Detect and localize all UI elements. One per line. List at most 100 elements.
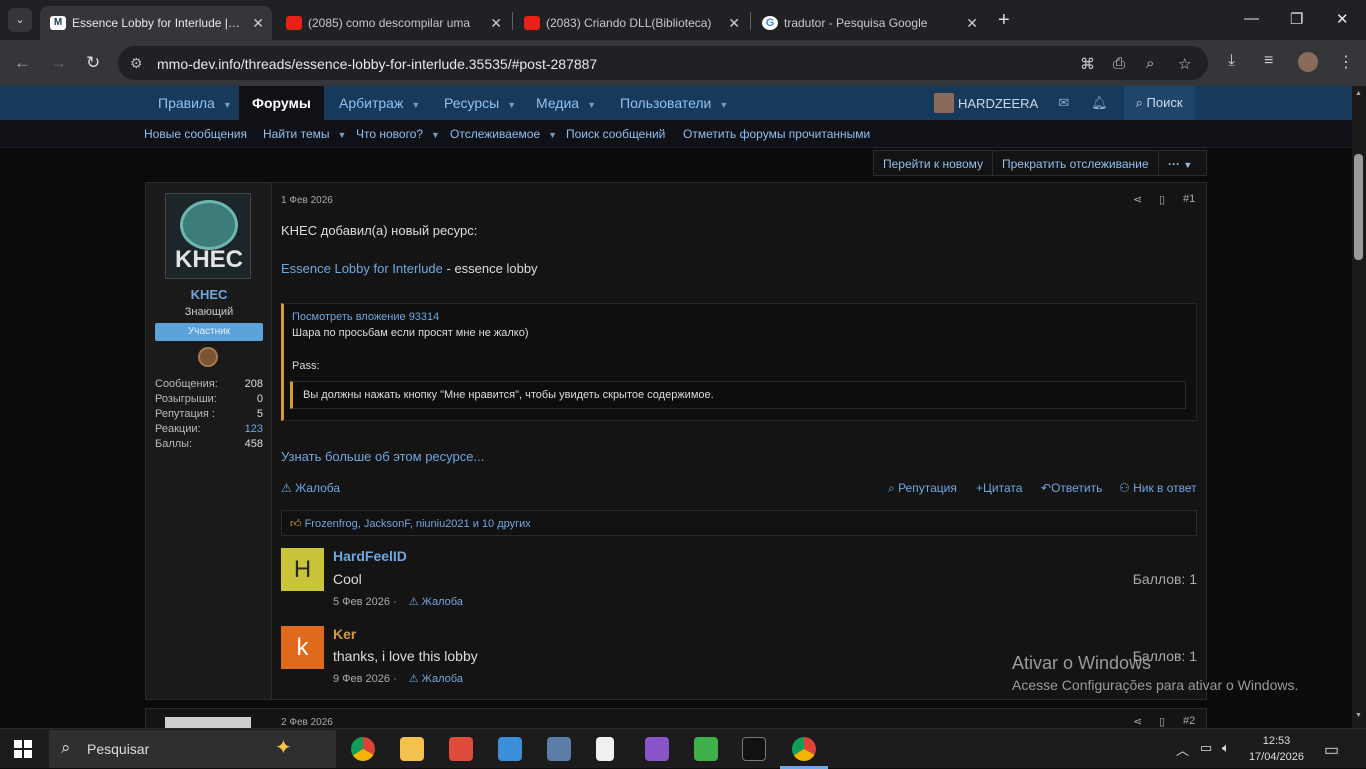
nav-media[interactable]: Медиа ▼	[536, 95, 596, 111]
chevron-up-icon[interactable]: ︿	[1176, 740, 1189, 759]
taskbar-search[interactable]: ⌕ Pesquisar ✦	[49, 730, 336, 768]
reply-button[interactable]: ↶Ответить	[1041, 481, 1102, 495]
close-tab-icon[interactable]: ✕	[252, 15, 264, 32]
subnav-new-posts[interactable]: Новые сообщения	[144, 127, 247, 141]
install-icon[interactable]: ⎙	[1113, 55, 1125, 72]
post-date[interactable]: 1 Фев 2026	[281, 195, 333, 206]
nav-resources[interactable]: Ресурсы ▼	[444, 95, 516, 111]
close-window-icon[interactable]: ✕	[1336, 10, 1349, 28]
nav-users[interactable]: Пользователи ▼	[620, 95, 728, 111]
tab-youtube-1[interactable]: (2085) como descompilar uma ✕	[276, 6, 510, 40]
close-tab-icon[interactable]: ✕	[728, 15, 740, 32]
nick-reply-button[interactable]: ⚇ Ник в ответ	[1119, 481, 1197, 495]
tab-search-icon[interactable]: ⌄	[8, 8, 32, 32]
close-tab-icon[interactable]: ✕	[490, 15, 502, 32]
comment-avatar[interactable]: k	[281, 626, 324, 669]
address-bar[interactable]: ⚙ mmo-dev.info/threads/essence-lobby-for…	[118, 46, 1208, 80]
author-avatar[interactable]: KHEC	[165, 193, 251, 279]
scroll-down-icon[interactable]: ▼	[1355, 712, 1362, 719]
bookmark-icon[interactable]: ▯	[1159, 715, 1165, 728]
post-date[interactable]: 2 Фев 2026	[281, 717, 333, 728]
nav-arbitration[interactable]: Арбитраж ▼	[339, 95, 420, 111]
attachment-link[interactable]: Посмотреть вложение 93314	[292, 311, 439, 323]
inbox-icon[interactable]: ✉	[1058, 95, 1069, 111]
notifications-icon[interactable]: ▭	[1324, 740, 1339, 760]
comment-avatar[interactable]: H	[281, 548, 324, 591]
download-icon[interactable]: ⤓	[1228, 52, 1235, 70]
new-tab-icon[interactable]: +	[998, 9, 1010, 32]
scrollbar-thumb[interactable]	[1354, 154, 1363, 260]
resource-link[interactable]: Essence Lobby for Interlude	[281, 261, 443, 276]
subnav-search-posts[interactable]: Поиск сообщений	[566, 127, 665, 141]
goto-new-button[interactable]: Перейти к новому	[873, 150, 994, 176]
medal-icon[interactable]	[198, 347, 218, 367]
report-button[interactable]: ⚠ Жалоба	[281, 481, 340, 495]
forward-icon[interactable]: →	[50, 53, 67, 73]
network-app-icon[interactable]	[547, 737, 571, 761]
comment-date[interactable]: 5 Фев 2026 ·	[333, 596, 397, 608]
share-icon[interactable]: ⋖	[1133, 715, 1142, 728]
chrome-icon[interactable]	[351, 737, 375, 761]
site-info-icon[interactable]: ⚙	[130, 55, 143, 72]
notepad-icon[interactable]	[596, 737, 614, 761]
author-name[interactable]: KHEC	[146, 287, 272, 302]
comment-report[interactable]: ⚠ Жалоба	[409, 596, 463, 608]
visual-studio-icon[interactable]	[645, 737, 669, 761]
restore-icon[interactable]: ❐	[1290, 10, 1303, 28]
bell-icon[interactable]: 🔔︎	[1091, 95, 1108, 111]
browser-menu-icon[interactable]: ⋮	[1338, 52, 1354, 72]
windows-start-icon[interactable]	[14, 740, 32, 758]
taskbar-clock[interactable]: 12:53 17/04/2026	[1249, 733, 1304, 765]
search-button[interactable]: ⌕ Поиск	[1123, 86, 1195, 120]
git-icon[interactable]	[449, 737, 473, 761]
store-icon[interactable]	[498, 737, 522, 761]
comment-author[interactable]: HardFeelID	[333, 548, 407, 564]
subnav-whats-new[interactable]: Что нового? ▼	[356, 127, 440, 141]
more-about-resource-link[interactable]: Узнать больше об этом ресурсе...	[281, 449, 484, 464]
zoom-icon[interactable]: ⌕	[1146, 55, 1154, 72]
tab-google[interactable]: G tradutor - Pesquisa Google ✕	[752, 6, 986, 40]
chrome-active-icon[interactable]	[792, 737, 816, 761]
comment-date[interactable]: 9 Фев 2026 ·	[333, 673, 397, 685]
translate-icon[interactable]: ⌘	[1080, 55, 1095, 73]
post-number[interactable]: #2	[1183, 715, 1195, 727]
winrar-icon[interactable]	[694, 737, 718, 761]
bookmark-star-icon[interactable]: ☆	[1178, 55, 1191, 73]
scroll-up-icon[interactable]: ▲	[1355, 90, 1362, 97]
more-options-button[interactable]: ··· ▼	[1158, 150, 1207, 176]
chevron-down-icon[interactable]: ▼	[411, 100, 420, 110]
profile-avatar[interactable]	[1298, 52, 1318, 72]
chevron-down-icon[interactable]: ▼	[507, 100, 516, 110]
volume-icon[interactable]: 🔈︎	[1222, 740, 1230, 756]
unwatch-button[interactable]: Прекратить отслеживание	[992, 150, 1159, 176]
chevron-down-icon[interactable]: ▼	[223, 100, 232, 110]
minimize-icon[interactable]: —	[1244, 10, 1259, 27]
post-number[interactable]: #1	[1183, 193, 1195, 205]
share-icon[interactable]: ⋖	[1133, 193, 1142, 206]
media-control-icon[interactable]: ≡	[1264, 52, 1273, 70]
likes-bar[interactable]: 👍︎ Frozenfrog, JacksonF, niuniu2021 и 10…	[281, 510, 1197, 536]
reputation-button[interactable]: ⌕ Репутация	[888, 481, 957, 496]
file-explorer-icon[interactable]	[400, 737, 424, 761]
chevron-down-icon[interactable]: ▼	[719, 100, 728, 110]
reload-icon[interactable]: ↻	[86, 53, 100, 73]
subnav-find-threads[interactable]: Найти темы ▼	[263, 127, 346, 141]
subnav-mark-read[interactable]: Отметить форумы прочитанными	[683, 127, 870, 141]
stat-value[interactable]: 123	[245, 423, 263, 435]
nav-rules[interactable]: Правила ▼	[158, 95, 232, 111]
network-icon[interactable]: ▭	[1200, 740, 1212, 756]
chevron-down-icon[interactable]: ▼	[587, 100, 596, 110]
quote-button[interactable]: +Цитата	[976, 481, 1022, 495]
comment-author[interactable]: Ker	[333, 626, 356, 642]
back-icon[interactable]: ←	[14, 53, 31, 73]
nav-forums[interactable]: Форумы	[239, 86, 324, 120]
terminal-icon[interactable]	[742, 737, 766, 761]
tab-essence-lobby[interactable]: M Essence Lobby for Interlude | Ar ✕	[40, 6, 272, 40]
subnav-watched[interactable]: Отслеживаемое ▼	[450, 127, 557, 141]
tab-youtube-2[interactable]: (2083) Criando DLL(Biblioteca) ✕	[514, 6, 748, 40]
reply-label: Ответить	[1051, 481, 1103, 495]
user-menu[interactable]: HARDZEERA ✉ 🔔︎ ⌕ Поиск	[934, 86, 1195, 120]
bookmark-icon[interactable]: ▯	[1159, 193, 1165, 206]
close-tab-icon[interactable]: ✕	[966, 15, 978, 32]
comment-report[interactable]: ⚠ Жалоба	[409, 673, 463, 685]
